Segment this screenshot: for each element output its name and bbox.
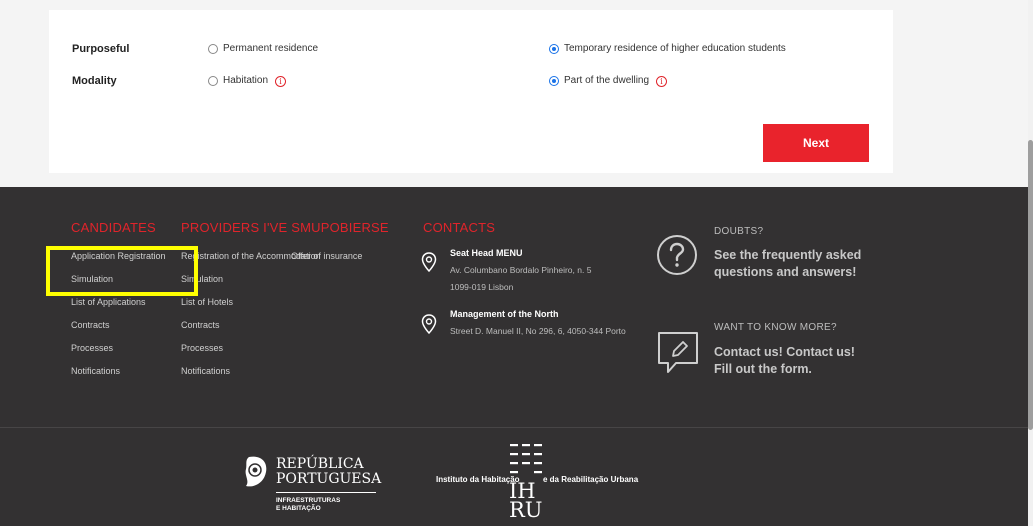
providers-link-notifications[interactable]: Notifications <box>181 366 230 376</box>
radio-permanent-residence[interactable]: Permanent residence <box>208 40 318 58</box>
radio-part-of-dwelling[interactable]: Part of the dwelling i <box>549 72 668 90</box>
radio-circle[interactable] <box>208 44 218 54</box>
coat-of-arms-icon <box>245 456 267 487</box>
doubts-label: DOUBTS? <box>714 226 764 237</box>
more-line2: Fill out the form. <box>714 362 812 376</box>
purposeful-row: Purposeful Permanent residence Temporary… <box>72 40 893 58</box>
republica-line1: REPÚBLICA <box>276 456 364 472</box>
republica-divider <box>276 492 376 493</box>
radio-circle-selected[interactable] <box>549 76 559 86</box>
form-card: Purposeful Permanent residence Temporary… <box>49 10 893 173</box>
highlight-box <box>46 246 198 296</box>
candidates-link-list-of-applications[interactable]: List of Applications <box>71 297 146 307</box>
providers-title: PROVIDERS I'VE SMUPOBIERSE <box>181 220 389 235</box>
contact-form-link[interactable]: Contact us! Contact us! Fill out the for… <box>714 344 894 378</box>
candidates-link-processes[interactable]: Processes <box>71 343 113 353</box>
more-line1: Contact us! Contact us! <box>714 345 855 359</box>
providers-link-list-of-hotels[interactable]: List of Hotels <box>181 297 233 307</box>
info-icon[interactable]: i <box>656 75 668 87</box>
insurance-link-offer[interactable]: Offer of insurance <box>291 251 362 261</box>
republica-ministry: INFRAESTRUTURAS E HABITAÇÃO <box>276 497 340 513</box>
republica-sub1: INFRAESTRUTURAS <box>276 497 341 504</box>
radio-temporary-residence[interactable]: Temporary residence of higher education … <box>549 40 786 58</box>
doubts-line1: See the frequently asked <box>714 248 862 262</box>
scrollbar-thumb[interactable] <box>1028 140 1033 430</box>
contacts-title: CONTACTS <box>423 220 496 235</box>
more-label: WANT TO KNOW MORE? <box>714 322 837 333</box>
contact-head-address: Av. Columbano Bordalo Pinheiro, n. 5 <box>450 265 592 275</box>
question-circle-icon[interactable] <box>656 234 698 276</box>
contact-north-title: Management of the North <box>450 309 559 319</box>
contact-north-address: Street D. Manuel II, No 296, 6, 4050-344… <box>450 326 626 336</box>
ihru-name-left: Instituto da Habitação <box>436 475 520 484</box>
providers-link-processes[interactable]: Processes <box>181 343 223 353</box>
ihru-monogram: IH RU <box>509 481 543 522</box>
ihru-mark-bottom: RU <box>509 498 543 522</box>
info-icon[interactable]: i <box>275 75 287 87</box>
candidates-link-contracts[interactable]: Contracts <box>71 320 110 330</box>
contact-head-postal: 1099-019 Lisbon <box>450 282 514 292</box>
footer-divider <box>0 427 1028 428</box>
location-pin-icon <box>421 314 437 334</box>
radio-habitation[interactable]: Habitation i <box>208 72 287 90</box>
contact-head-title: Seat Head MENU <box>450 248 523 258</box>
modality-row: Modality Habitation i Part of the dwelli… <box>72 72 893 90</box>
modality-label: Modality <box>72 75 117 87</box>
page-scrollbar[interactable] <box>1028 0 1033 526</box>
doubts-line2: questions and answers! <box>714 265 857 279</box>
candidates-link-notifications[interactable]: Notifications <box>71 366 120 376</box>
radio-circle[interactable] <box>208 76 218 86</box>
republica-portuguesa-logo[interactable]: REPÚBLICA PORTUGUESA INFRAESTRUTURAS E H… <box>240 455 381 515</box>
radio-label: Permanent residence <box>223 43 319 54</box>
republica-sub2: E HABITAÇÃO <box>276 505 321 512</box>
providers-link-contracts[interactable]: Contracts <box>181 320 220 330</box>
radio-label: Part of the dwelling <box>564 75 650 86</box>
radio-label: Temporary residence of higher education … <box>564 43 786 54</box>
ihru-name-right: e da Reabilitação Urbana <box>543 475 639 484</box>
radio-label: Habitation <box>223 75 269 86</box>
ihru-logo[interactable]: Instituto da Habitação e da Reabilitação… <box>436 442 639 526</box>
message-edit-icon[interactable] <box>656 330 700 376</box>
purposeful-label: Purposeful <box>72 43 130 55</box>
next-button[interactable]: Next <box>763 124 869 162</box>
candidates-title: CANDIDATES <box>71 220 156 235</box>
republica-line2: PORTUGUESA <box>276 471 382 487</box>
republica-wordmark: REPÚBLICA PORTUGUESA <box>276 457 381 487</box>
doubts-link[interactable]: See the frequently asked questions and a… <box>714 247 894 281</box>
location-pin-icon <box>421 252 437 272</box>
radio-circle-selected[interactable] <box>549 44 559 54</box>
